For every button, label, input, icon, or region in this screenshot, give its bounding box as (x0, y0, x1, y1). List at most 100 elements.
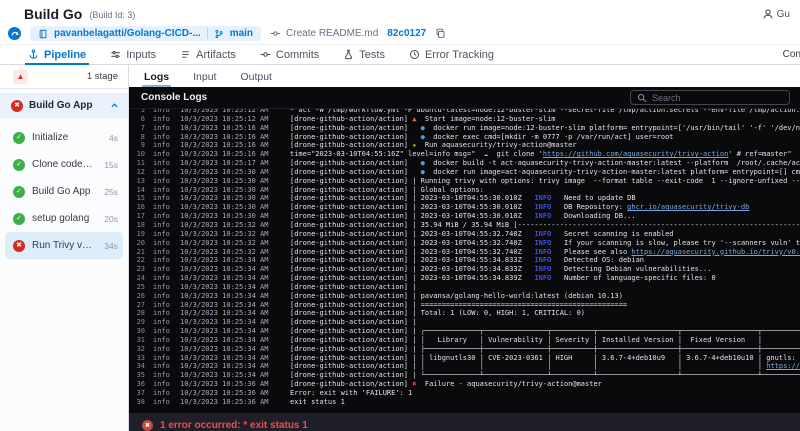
log-line: 16 info 10/3/2023 10:25:30 AM [drone-github… (129, 203, 800, 212)
log-level: info (153, 256, 170, 265)
log-timestamp: 10/3/2023 10:25:16 AM (180, 132, 269, 141)
log-timestamp: 10/3/2023 10:25:36 AM (180, 397, 269, 406)
step-label: Clone codebase (32, 159, 98, 170)
log-text: [drone-github-action/action] (290, 380, 413, 389)
log-level: info (153, 203, 170, 212)
log-message: [drone-github-action/action] | 2023-03-1… (290, 248, 800, 257)
log-link[interactable]: https://avd.aquasec.com/nvd/cve-2023-036… (766, 362, 800, 370)
error-warning-icon: ▲ (13, 69, 28, 84)
user-menu[interactable]: Gu (762, 8, 790, 20)
log-text: [drone-github-action/action] | │ libgnut… (290, 353, 800, 362)
log-timestamp: 10/3/2023 10:25:16 AM (180, 141, 269, 150)
console-view-toggle[interactable]: Cons (783, 45, 800, 64)
log-link[interactable]: https://github.com/aquasecurity/trivy-ac… (543, 150, 728, 158)
commit-sha-link[interactable]: 82c0127 (387, 28, 426, 39)
step-build-go-app[interactable]: ✓ Build Go App 25s (5, 178, 123, 205)
log-line: 15 info 10/3/2023 10:25:30 AM [drone-github… (129, 194, 800, 203)
log-timestamp: 10/3/2023 10:25:12 AM (180, 114, 269, 123)
log-line: 31 info 10/3/2023 10:25:34 AM [drone-github… (129, 336, 800, 345)
log-level: info (153, 344, 170, 353)
log-text: Start image=node:12-buster-slim (416, 114, 556, 123)
step-label: Build Go App (32, 186, 91, 197)
log-level: info (153, 274, 170, 283)
log-level: info (153, 238, 170, 247)
tab-tests[interactable]: Tests (331, 45, 397, 64)
ci-module-icon (8, 27, 21, 40)
log-message: [drone-github-action/action] | Total: 1 … (290, 309, 800, 318)
commit-icon (270, 28, 281, 39)
log-line-number: 15 (136, 194, 145, 203)
tab-commits[interactable]: Commits (248, 45, 331, 64)
log-tab-input[interactable]: Input (193, 71, 216, 87)
log-timestamp: 10/3/2023 10:25:34 AM (180, 335, 269, 344)
log-line: 23 info 10/3/2023 10:25:34 AM [drone-github… (129, 265, 800, 274)
log-line-number: 24 (136, 274, 145, 283)
log-level: info (153, 185, 170, 194)
tab-artifacts[interactable]: Artifacts (168, 45, 248, 64)
log-text: Secret scanning is enabled (551, 229, 674, 238)
search-input[interactable] (652, 92, 783, 103)
log-text: [drone-github-action/action] | 2023-03-1… (290, 229, 535, 238)
log-level: info (153, 141, 170, 150)
log-line-number: 8 (140, 132, 145, 141)
log-search[interactable] (630, 90, 790, 105)
log-timestamp: 10/3/2023 10:25:32 AM (180, 220, 269, 229)
log-link[interactable]: https://aquasecurity.github.io/trivy/v0.… (631, 248, 800, 256)
copy-icon[interactable] (435, 28, 446, 39)
log-message: [drone-github-action/action] | Running t… (290, 177, 800, 186)
log-message: [drone-github-action/action] | └────────… (290, 371, 800, 380)
log-line-number: 20 (136, 238, 145, 247)
error-tracking-icon (409, 49, 420, 60)
log-text: Need to update DB (551, 194, 636, 203)
log-timestamp: 10/3/2023 10:25:16 AM (180, 123, 269, 132)
log-tab-logs[interactable]: Logs (141, 71, 172, 87)
log-line: 26 info 10/3/2023 10:25:34 AM [drone-github… (129, 292, 800, 301)
commits-icon (260, 49, 271, 60)
log-line: 9 info 10/3/2023 10:25:16 AM [drone-github-… (129, 141, 800, 150)
branch-name: main (229, 28, 254, 39)
log-text: [drone-github-action/action] (290, 167, 421, 176)
log-text: docker run image=node:12-buster-slim pla… (433, 123, 800, 132)
repo-branch-pill[interactable]: pavanbelagatti/Golang-CICD-... main (30, 26, 262, 41)
log-text: [drone-github-action/action] (290, 141, 413, 150)
tab-inputs[interactable]: Inputs (98, 45, 168, 64)
step-clone-codebase[interactable]: ✓ Clone codebase 15s (5, 151, 123, 178)
log-link[interactable]: ghcr.io/aquasecurity/trivy-db (627, 203, 749, 211)
log-line-number: 13 (136, 176, 145, 185)
log-message: [drone-github-action/action] ● docker ex… (290, 133, 800, 142)
console-header: Console Logs (129, 87, 800, 109)
log-timestamp: 10/3/2023 10:25:32 AM (180, 247, 269, 256)
log-message: [drone-github-action/action] | pavansa/g… (290, 292, 800, 301)
log-text: [drone-github-action/action] | 2023-03-1… (290, 247, 535, 256)
log-info-tag: INFO (534, 256, 552, 265)
log-timestamp: 10/3/2023 10:25:30 AM (180, 185, 269, 194)
step-setup-golang[interactable]: ✓ setup golang 20s (5, 205, 123, 232)
chevron-up-icon[interactable] (110, 101, 119, 110)
step-success-icon: ✓ (13, 212, 25, 225)
log-text: docker exec cmd=[mkdir -m 0777 -p /var/r… (424, 132, 674, 141)
log-line: 34 info 10/3/2023 10:25:34 AM [drone-github… (129, 362, 800, 371)
log-message: exit status 1 (290, 398, 800, 407)
log-line: 8 info 10/3/2023 10:25:16 AM [drone-github-… (129, 133, 800, 142)
user-label: Gu (776, 8, 790, 20)
log-line-number: 30 (136, 327, 145, 336)
log-text: If your scanning is slow, please try '--… (563, 238, 800, 247)
log-timestamp: 10/3/2023 10:25:34 AM (180, 371, 269, 380)
stage-name: Build Go App (29, 100, 93, 111)
log-message: [drone-github-action/action] | 2023-03-1… (290, 265, 800, 274)
log-tab-output[interactable]: Output (240, 71, 272, 87)
tab-error-tracking[interactable]: Error Tracking (397, 45, 506, 64)
log-line-number: 36 (136, 380, 145, 389)
tests-icon (343, 49, 354, 60)
log-text: [drone-github-action/action] | 2023-03-1… (290, 238, 535, 247)
log-message: [drone-github-action/action] ✖ Failure -… (290, 380, 800, 389)
log-text: [drone-github-action/action] (290, 159, 421, 168)
step-initialize[interactable]: ✓ Initialize 4s (5, 124, 123, 151)
tab-pipeline[interactable]: Pipeline (16, 45, 98, 65)
log-line-number: 23 (136, 265, 145, 274)
log-text: Detected OS: debian (551, 256, 645, 265)
step-run-trivy-vulnerability-s-[interactable]: ✖ Run Trivy vulnerability s... 34s (5, 232, 123, 259)
stage-build-go-app[interactable]: ✖ Build Go App (0, 93, 128, 118)
log-line-number: 32 (136, 344, 145, 353)
pipeline-sidebar: ▲ 1 stage ✖ Build Go App ✓ Initialize 4s ✓ C… (0, 65, 129, 431)
